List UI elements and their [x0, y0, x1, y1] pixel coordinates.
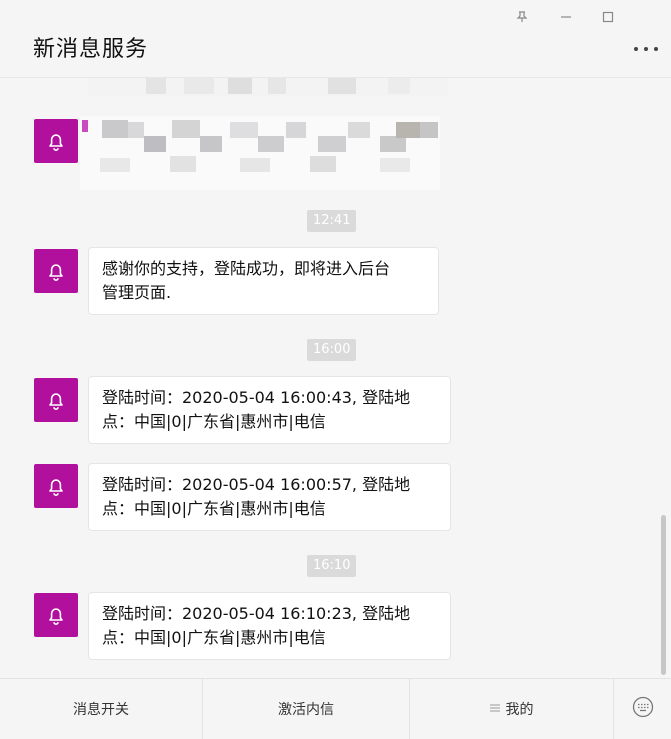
more-dots-icon[interactable]: [632, 42, 660, 56]
minimize-icon[interactable]: [555, 6, 577, 28]
message-line: 感谢你的支持，登陆成功，即将进入后台: [102, 259, 391, 278]
message-bubble[interactable]: 登陆时间：2020-05-04 16:00:43, 登陆地 点：中国|0|广东省…: [88, 376, 451, 444]
bell-avatar: [34, 464, 78, 508]
menu-item-message-switch[interactable]: 消息开关: [0, 679, 202, 739]
bell-icon: [49, 393, 63, 410]
blurred-message-top: [88, 78, 448, 108]
bottom-menu: 消息开关 激活内信 我的: [0, 678, 671, 739]
scrollbar-thumb[interactable]: [661, 515, 666, 675]
bell-avatar: [34, 593, 78, 637]
message-list[interactable]: 12:41 感谢你的支持，登陆成功，即将进入后台 管理页面. 16:00 登陆时…: [0, 78, 671, 678]
pin-icon[interactable]: [511, 6, 533, 28]
message-line: 登陆时间：2020-05-04 16:00:57, 登陆地: [102, 475, 411, 494]
bell-icon: [49, 479, 63, 496]
bell-icon: [49, 134, 63, 151]
menu-item-label: 激活内信: [278, 702, 334, 718]
message-line: 登陆时间：2020-05-04 16:10:23, 登陆地: [102, 604, 411, 623]
menu-item-label: 我的: [505, 702, 534, 718]
message-bubble[interactable]: 登陆时间：2020-05-04 16:10:23, 登陆地 点：中国|0|广东省…: [88, 592, 451, 660]
menu-item-activate-inbox[interactable]: 激活内信: [203, 679, 409, 739]
title-bar: 新消息服务: [0, 0, 671, 78]
bell-avatar: [34, 378, 78, 422]
keyboard-icon: [632, 696, 654, 722]
window-title: 新消息服务: [33, 37, 149, 62]
blurred-message: [80, 116, 440, 190]
message-line: 管理页面.: [102, 283, 172, 302]
menu-lines-icon: [489, 701, 500, 717]
timestamp: 12:41: [307, 210, 357, 232]
timestamp: 16:00: [307, 339, 357, 361]
message-line: 点：中国|0|广东省|惠州市|电信: [102, 412, 326, 431]
bell-icon: [49, 264, 63, 281]
message-bubble[interactable]: 登陆时间：2020-05-04 16:00:57, 登陆地 点：中国|0|广东省…: [88, 463, 451, 531]
maximize-icon[interactable]: [597, 6, 619, 28]
bell-icon: [49, 608, 63, 625]
bell-avatar: [34, 249, 78, 293]
menu-item-label: 消息开关: [73, 702, 129, 718]
message-line: 点：中国|0|广东省|惠州市|电信: [102, 628, 326, 647]
message-bubble[interactable]: 感谢你的支持，登陆成功，即将进入后台 管理页面.: [88, 247, 439, 315]
menu-item-mine[interactable]: 我的: [410, 679, 613, 739]
message-line: 点：中国|0|广东省|惠州市|电信: [102, 499, 326, 518]
keyboard-toggle-button[interactable]: [614, 679, 671, 739]
message-line: 登陆时间：2020-05-04 16:00:43, 登陆地: [102, 388, 411, 407]
timestamp: 16:10: [307, 555, 357, 577]
bell-avatar: [34, 119, 78, 163]
